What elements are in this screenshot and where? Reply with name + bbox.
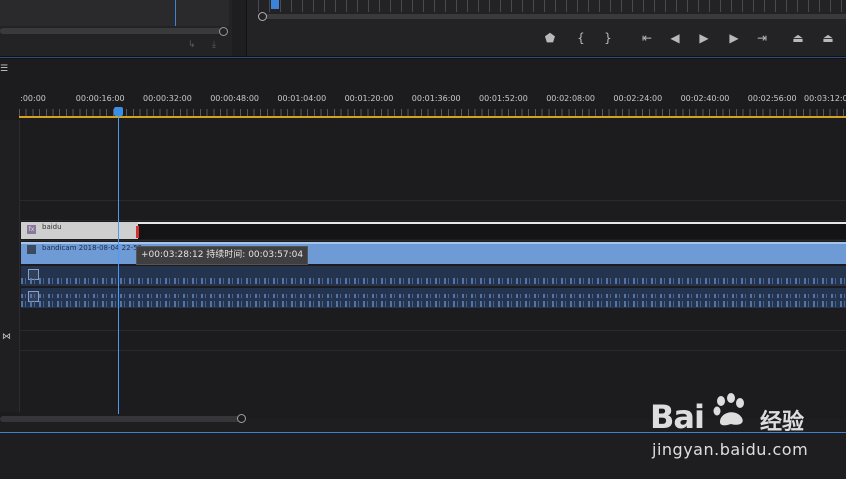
track-separator xyxy=(19,200,846,201)
audio-clip[interactable] xyxy=(21,266,846,286)
fx-badge: fx xyxy=(27,225,36,234)
overwrite-icon[interactable]: ⤓ xyxy=(212,40,216,50)
audio-clip[interactable] xyxy=(21,288,846,308)
playhead-handle[interactable] xyxy=(114,107,123,116)
ruler-time-label: 00:03:12:0 xyxy=(804,94,846,103)
track-separator xyxy=(19,240,846,241)
timeline-scrollbar-knob[interactable] xyxy=(237,414,246,423)
panel-focus-line xyxy=(0,57,846,58)
step-forward-button[interactable]: ▶ xyxy=(724,28,744,48)
insert-icon[interactable]: ↳ xyxy=(188,40,196,50)
panel-menu-icon[interactable]: ☰ xyxy=(0,64,8,74)
timeline-scrollbar[interactable] xyxy=(0,416,240,422)
lift-button[interactable]: ⏏ xyxy=(788,28,808,48)
ruler-time-label: 00:01:52:00 xyxy=(478,94,528,103)
source-playhead[interactable] xyxy=(175,0,176,26)
ruler-ticks xyxy=(19,109,846,116)
trim-edge-handle[interactable] xyxy=(136,226,139,238)
track-separator xyxy=(19,330,846,331)
lift-icon: ⏏ xyxy=(792,31,804,45)
baidu-paw-icon xyxy=(713,393,744,426)
ruler-time-label: 00:02:24:00 xyxy=(613,94,663,103)
snap-icon[interactable]: ⋈ xyxy=(2,332,14,342)
source-scrollbar-knob[interactable] xyxy=(219,27,228,36)
step-forward-icon: ▶ xyxy=(729,31,739,45)
mark-out-icon: } xyxy=(604,31,612,45)
source-scrollbar[interactable] xyxy=(0,28,222,34)
ruler-time-label: 00:02:56:00 xyxy=(747,94,797,103)
ruler-time-label: 00:01:04:00 xyxy=(277,94,327,103)
program-playhead-marker[interactable] xyxy=(271,0,279,9)
ruler-time-label: 00:01:36:00 xyxy=(411,94,461,103)
program-monitor-scrollbar[interactable] xyxy=(258,14,846,19)
ruler-time-label: 00:00:48:00 xyxy=(210,94,259,103)
baidu-logo: Bai xyxy=(650,398,705,436)
work-area-bar[interactable] xyxy=(19,116,846,118)
add-marker-button[interactable]: ⬟ xyxy=(540,28,560,48)
video-clip-border xyxy=(21,242,846,244)
audio-waveform xyxy=(21,278,846,284)
mark-out-button[interactable]: } xyxy=(598,28,618,48)
ruler-time-label: 00:02:08:00 xyxy=(546,94,595,103)
ruler-time-label: :00:00 xyxy=(20,94,46,103)
extract-icon: ⏏ xyxy=(822,31,834,45)
program-monitor-ruler[interactable] xyxy=(258,0,846,12)
go-to-out-icon: ⇥ xyxy=(756,31,768,45)
go-to-in-icon: ⇤ xyxy=(641,31,653,45)
audio-waveform xyxy=(21,294,846,298)
program-monitor-scroll-knob[interactable] xyxy=(258,12,267,21)
watermark-url: jingyan.baidu.com xyxy=(652,440,809,459)
play-button[interactable]: ▶ xyxy=(694,28,714,48)
source-panel-content xyxy=(0,0,229,26)
mark-in-button[interactable]: { xyxy=(571,28,591,48)
timeline-ruler[interactable]: :00:00 00:00:16:00 00:00:32:00 00:00:48:00 0… xyxy=(0,94,846,108)
ruler-time-label: 00:01:20:00 xyxy=(344,94,394,103)
marker-icon: ⬟ xyxy=(544,31,556,45)
audio-waveform xyxy=(21,301,846,307)
trim-tooltip: +00:03:28:12 持续时间: 00:03:57:04 xyxy=(136,246,309,265)
step-back-button[interactable]: ◀ xyxy=(665,28,685,48)
play-icon: ▶ xyxy=(699,31,709,45)
ruler-time-label: 00:02:40:00 xyxy=(680,94,730,103)
track-separator xyxy=(19,350,846,351)
ruler-time-label: 00:00:32:00 xyxy=(142,94,192,103)
ruler-time-label: 00:00:16:00 xyxy=(75,94,125,103)
track-separator xyxy=(19,220,846,221)
video-clip-icon xyxy=(27,245,36,254)
track-headers xyxy=(0,120,20,412)
jingyan-label: 经验 xyxy=(760,410,805,435)
empty-track-area xyxy=(136,224,846,239)
title-clip[interactable] xyxy=(21,222,138,239)
extract-button[interactable]: ⏏ xyxy=(818,28,838,48)
video-clip-label: bandicam 2018-08-04 22-52 xyxy=(42,244,142,252)
playhead-line[interactable] xyxy=(118,116,119,414)
go-to-in-button[interactable]: ⇤ xyxy=(637,28,657,48)
mark-in-icon: { xyxy=(577,31,585,45)
go-to-out-button[interactable]: ⇥ xyxy=(752,28,772,48)
title-clip-label: baidu xyxy=(42,223,62,231)
step-back-icon: ◀ xyxy=(670,31,680,45)
